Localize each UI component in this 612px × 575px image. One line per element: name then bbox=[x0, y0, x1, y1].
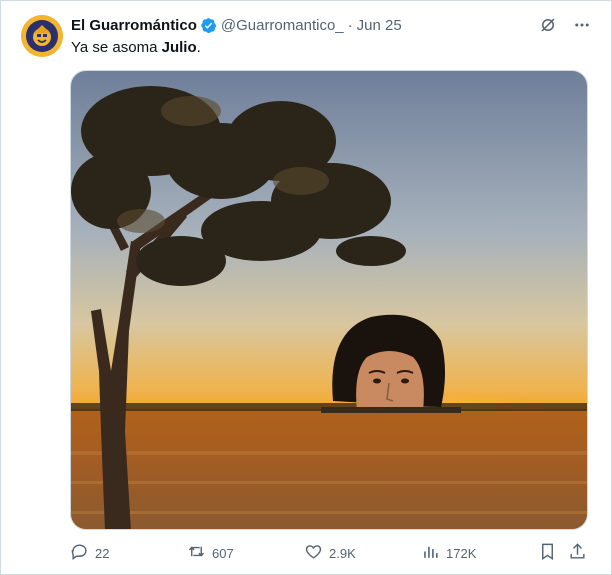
tweet-text-bold: Julio bbox=[161, 39, 197, 56]
share-button[interactable] bbox=[568, 542, 587, 564]
reply-button[interactable]: 22 bbox=[70, 542, 109, 564]
reply-count: 22 bbox=[95, 545, 110, 561]
verified-badge-icon bbox=[200, 17, 217, 34]
bookmark-icon bbox=[538, 542, 557, 564]
heart-icon bbox=[304, 542, 323, 564]
like-button[interactable]: 2.9K bbox=[304, 542, 356, 564]
author-handle[interactable]: @Guarromantico_ bbox=[221, 17, 344, 34]
retweet-icon bbox=[187, 542, 206, 564]
separator-dot: · bbox=[347, 16, 353, 34]
more-dots-icon[interactable] bbox=[573, 16, 591, 34]
tweet-text-after: . bbox=[196, 39, 201, 56]
share-icon bbox=[568, 542, 587, 564]
tweet-card: El Guarromántico @Guarromantico_ · Jun 2… bbox=[0, 0, 612, 575]
grok-icon[interactable] bbox=[539, 16, 557, 34]
analytics-icon bbox=[421, 542, 440, 564]
tweet-date[interactable]: Jun 25 bbox=[357, 17, 402, 34]
avatar[interactable] bbox=[21, 15, 63, 57]
top-actions bbox=[539, 15, 591, 35]
tweet-text-before: Ya se asoma bbox=[71, 39, 162, 56]
views-button[interactable]: 172K bbox=[421, 542, 476, 564]
author-display-name[interactable]: El Guarromántico bbox=[71, 17, 197, 34]
reply-icon bbox=[70, 542, 89, 564]
views-count: 172K bbox=[446, 545, 477, 561]
tweet-actions-bar: 22 607 2.9K 172K bbox=[70, 542, 590, 564]
like-count: 2.9K bbox=[329, 545, 356, 561]
tweet-text: Ya se asoma Julio. bbox=[71, 38, 201, 58]
tweet-media-photo[interactable] bbox=[70, 70, 588, 530]
retweet-count: 607 bbox=[212, 545, 234, 561]
tweet-header: El Guarromántico @Guarromantico_ · Jun 2… bbox=[71, 15, 402, 35]
retweet-button[interactable]: 607 bbox=[187, 542, 234, 564]
bookmark-button[interactable] bbox=[538, 542, 557, 564]
